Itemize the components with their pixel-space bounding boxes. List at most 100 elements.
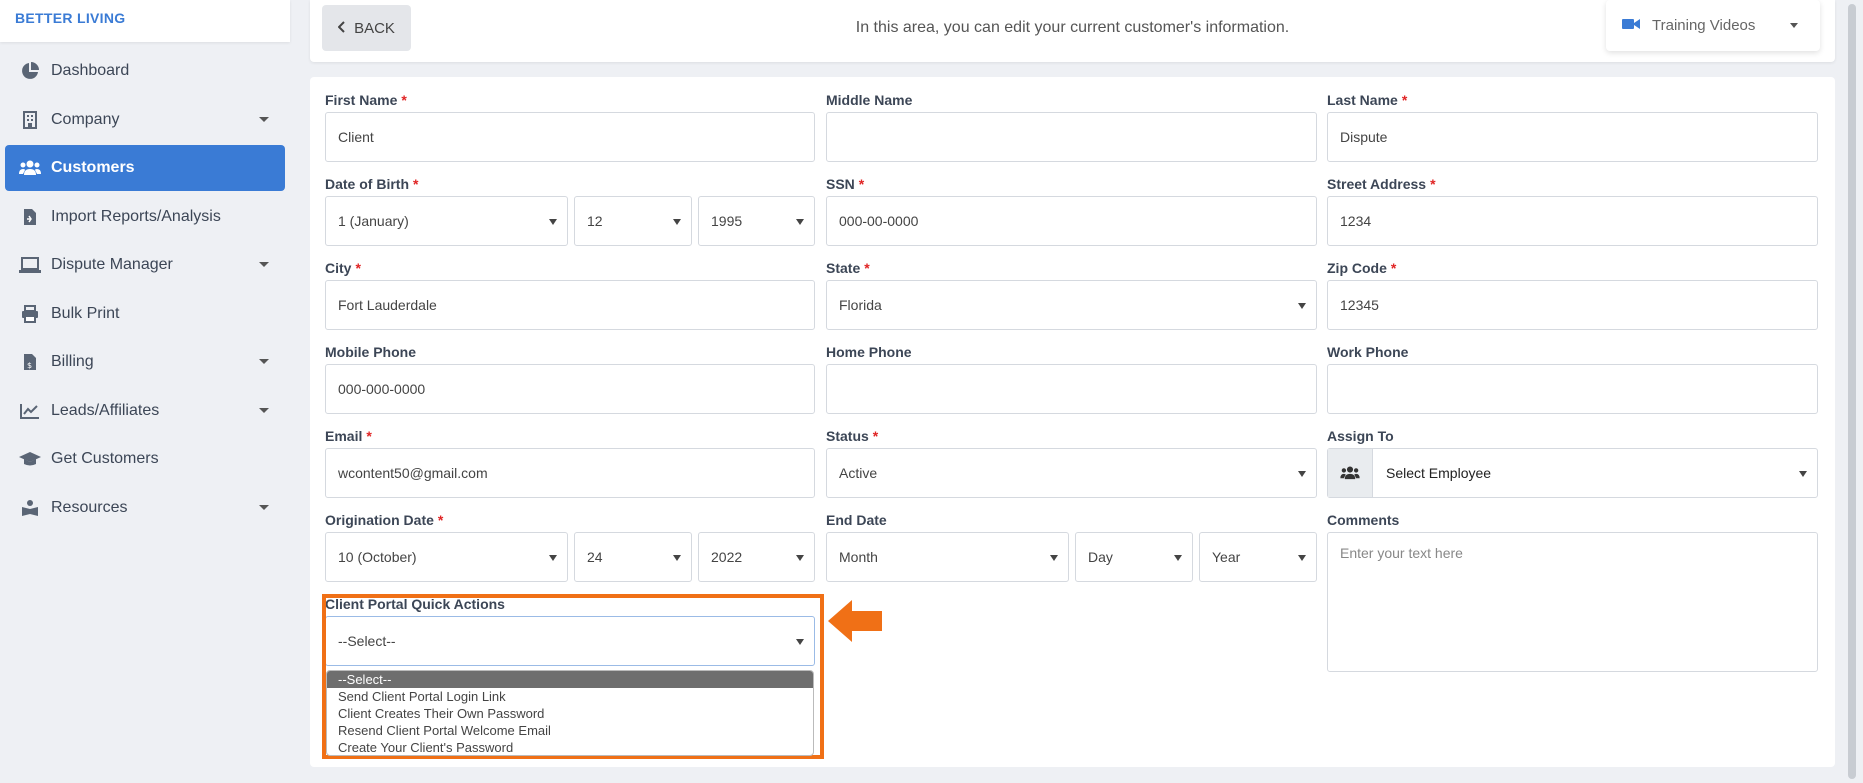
users-icon — [19, 157, 41, 179]
chart-line-icon — [19, 400, 41, 422]
state-label: State * — [826, 260, 870, 276]
training-videos-label: Training Videos — [1652, 17, 1756, 34]
status-select[interactable]: Active — [826, 448, 1317, 498]
chevron-down-icon — [259, 262, 269, 267]
work-phone-input[interactable] — [1327, 364, 1818, 414]
sidebar-item-resources[interactable]: Resources — [5, 485, 285, 531]
chevron-down-icon — [1790, 23, 1798, 28]
scrollbar-thumb[interactable] — [1848, 4, 1856, 779]
printer-icon — [19, 303, 41, 325]
middle-name-label: Middle Name — [826, 92, 913, 108]
email-label: Email * — [325, 428, 372, 444]
building-icon — [19, 109, 41, 131]
page-header: BACK In this area, you can edit your cur… — [310, 0, 1835, 62]
video-camera-icon — [1622, 17, 1640, 34]
dropdown-option[interactable]: Create Your Client's Password — [327, 739, 813, 756]
zip-code-label: Zip Code * — [1327, 260, 1397, 276]
end-day-select[interactable]: Day — [1075, 532, 1193, 582]
sidebar-item-dispute-manager[interactable]: Dispute Manager — [5, 242, 285, 288]
book-reader-icon — [19, 497, 41, 519]
work-phone-label: Work Phone — [1327, 344, 1409, 360]
origination-year-select[interactable]: 2022 — [698, 532, 815, 582]
laptop-icon — [19, 254, 41, 276]
back-button-label: BACK — [354, 19, 395, 37]
home-phone-label: Home Phone — [826, 344, 912, 360]
origination-day-select[interactable]: 24 — [574, 532, 692, 582]
last-name-input[interactable]: Dispute — [1327, 112, 1818, 162]
sidebar-item-label: Dashboard — [51, 62, 130, 79]
invoice-icon: $ — [19, 351, 41, 373]
city-label: City * — [325, 260, 361, 276]
street-address-label: Street Address * — [1327, 176, 1436, 192]
sidebar-item-label: Get Customers — [51, 450, 159, 467]
sidebar-item-billing[interactable]: $ Billing — [5, 339, 285, 385]
arrow-left-icon — [826, 598, 884, 649]
sidebar-item-label: Customers — [51, 159, 135, 176]
dob-day-select[interactable]: 12 — [574, 196, 692, 246]
brand-header: BETTER LIVING — [0, 0, 290, 42]
status-label: Status * — [826, 428, 879, 444]
file-import-icon — [19, 206, 41, 228]
svg-text:$: $ — [27, 361, 32, 370]
sidebar-item-dashboard[interactable]: Dashboard — [5, 48, 285, 94]
sidebar-item-label: Company — [51, 110, 120, 128]
last-name-label: Last Name * — [1327, 92, 1408, 108]
end-month-select[interactable]: Month — [826, 532, 1069, 582]
dropdown-option[interactable]: Client Creates Their Own Password — [327, 705, 813, 722]
quick-actions-dropdown-list: --Select-- Send Client Portal Login Link… — [326, 670, 814, 756]
middle-name-input[interactable] — [826, 112, 1317, 162]
street-address-input[interactable]: 1234 — [1327, 196, 1818, 246]
email-input[interactable]: wcontent50@gmail.com — [325, 448, 815, 498]
sidebar-item-bulk-print[interactable]: Bulk Print — [5, 291, 285, 337]
first-name-label: First Name * — [325, 92, 407, 108]
sidebar-item-leads-affiliates[interactable]: Leads/Affiliates — [5, 388, 285, 434]
dob-month-select[interactable]: 1 (January) — [325, 196, 568, 246]
chevron-down-icon — [259, 504, 269, 510]
training-videos-dropdown[interactable]: Training Videos — [1606, 0, 1820, 51]
dropdown-option[interactable]: --Select-- — [327, 671, 813, 688]
assign-to-value: Select Employee — [1386, 465, 1492, 481]
sidebar-item-label: Bulk Print — [51, 304, 120, 322]
mobile-phone-label: Mobile Phone — [325, 344, 416, 360]
chevron-down-icon — [259, 359, 269, 364]
sidebar-item-company[interactable]: Company — [5, 97, 285, 143]
origination-date-label: Origination Date * — [325, 512, 444, 528]
origination-month-select[interactable]: 10 (October) — [325, 532, 568, 582]
assign-to-select[interactable]: Select Employee — [1327, 448, 1818, 498]
sidebar: BETTER LIVING Dashboard Company Customer… — [0, 0, 290, 783]
state-select[interactable]: Florida — [826, 280, 1317, 330]
pie-chart-icon — [19, 60, 41, 82]
zip-code-input[interactable]: 12345 — [1327, 280, 1818, 330]
dob-year-select[interactable]: 1995 — [698, 196, 815, 246]
end-year-select[interactable]: Year — [1199, 532, 1317, 582]
sidebar-item-label: Dispute Manager — [51, 256, 173, 273]
chevron-down-icon — [259, 407, 269, 413]
users-icon — [1328, 449, 1373, 497]
sidebar-item-import-reports[interactable]: Import Reports/Analysis — [5, 194, 285, 240]
sidebar-item-label: Billing — [51, 353, 94, 370]
sidebar-item-label: Resources — [51, 498, 128, 516]
dropdown-option[interactable]: Resend Client Portal Welcome Email — [327, 722, 813, 739]
ssn-input[interactable]: 000-00-0000 — [826, 196, 1317, 246]
sidebar-item-customers[interactable]: Customers — [5, 145, 285, 191]
page-scrollbar[interactable] — [1841, 0, 1863, 783]
sidebar-nav: Dashboard Company Customers Import Repor… — [0, 48, 290, 533]
sidebar-item-label: Leads/Affiliates — [51, 401, 160, 419]
sidebar-item-label: Import Reports/Analysis — [51, 207, 221, 225]
chevron-down-icon — [259, 116, 269, 122]
first-name-input[interactable]: Client — [325, 112, 815, 162]
home-phone-input[interactable] — [826, 364, 1317, 414]
graduation-cap-icon — [19, 448, 41, 470]
assign-to-label: Assign To — [1327, 428, 1394, 444]
sidebar-item-get-customers[interactable]: Get Customers — [5, 436, 285, 482]
city-input[interactable]: Fort Lauderdale — [325, 280, 815, 330]
comments-textarea[interactable]: Enter your text here — [1327, 532, 1818, 672]
brand-logo-text[interactable]: BETTER LIVING — [15, 10, 125, 26]
comments-label: Comments — [1327, 512, 1400, 528]
date-of-birth-label: Date of Birth * — [325, 176, 419, 192]
mobile-phone-input[interactable]: 000-000-0000 — [325, 364, 815, 414]
dropdown-option[interactable]: Send Client Portal Login Link — [327, 688, 813, 705]
ssn-label: SSN * — [826, 176, 865, 192]
chevron-left-icon — [337, 20, 346, 37]
back-button[interactable]: BACK — [322, 5, 411, 51]
